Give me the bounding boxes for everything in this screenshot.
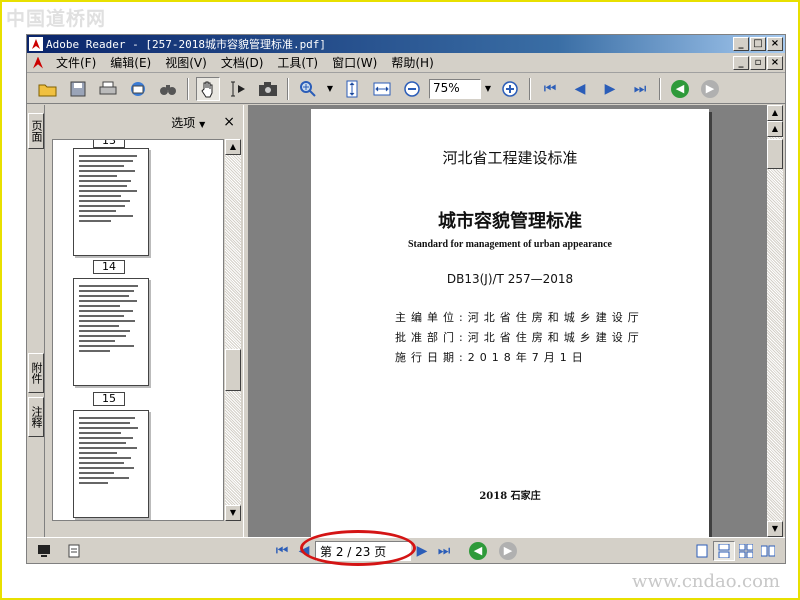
continuous-facing-layout-icon[interactable] <box>735 541 757 561</box>
watermark-logo-top: 中国道桥网 <box>6 8 107 30</box>
doc-scroll-down-icon[interactable]: ▼ <box>767 521 783 537</box>
navigation-tabs: 页面 附件 注释 <box>27 105 45 537</box>
scroll-down-icon[interactable]: ▼ <box>225 505 241 521</box>
chief-editor-row: 主编单位:河北省住房和城乡建设厅 <box>395 311 644 324</box>
document-title: 城市容貌管理标准 <box>438 211 582 232</box>
document-subtitle-en: Standard for management of urban appeara… <box>408 239 612 250</box>
previous-page-icon[interactable]: ◀ <box>568 77 592 101</box>
go-forward-icon[interactable]: ▶ <box>698 77 722 101</box>
menu-bar: 文件(F) 编辑(E) 视图(V) 文档(D) 工具(T) 窗口(W) 帮助(H… <box>27 53 785 73</box>
last-page-icon[interactable]: ⏭ <box>628 77 652 101</box>
search-binoculars-icon[interactable] <box>156 77 180 101</box>
pdf-page: 河北省工程建设标准 城市容貌管理标准 Standard for manageme… <box>311 109 709 537</box>
facing-layout-icon[interactable] <box>757 541 779 561</box>
thumbnail-scroll-thumb[interactable] <box>225 349 241 391</box>
doc-restore-button[interactable]: ▫ <box>750 55 766 70</box>
close-button[interactable]: × <box>767 37 783 51</box>
zoom-out-icon[interactable] <box>400 77 424 101</box>
menu-window[interactable]: 窗口(W) <box>325 54 384 71</box>
document-footer: 2018 石家庄 <box>479 491 541 502</box>
pages-panel: 选项 ▼ × 13 14 15 ▲ ▼ <box>46 105 243 537</box>
close-panel-button[interactable]: × <box>223 114 235 130</box>
doc-scroll-up-icon[interactable]: ▲ <box>767 105 783 121</box>
menu-file[interactable]: 文件(F) <box>49 54 103 71</box>
open-folder-icon[interactable] <box>36 77 60 101</box>
print-icon[interactable] <box>96 77 120 101</box>
menu-help[interactable]: 帮助(H) <box>384 54 440 71</box>
save-icon[interactable] <box>66 77 90 101</box>
page-thumbnail-16[interactable] <box>73 410 149 518</box>
minimize-button[interactable]: _ <box>733 37 749 51</box>
page-thumbnail-15[interactable] <box>73 278 149 386</box>
zoom-in-icon[interactable] <box>498 77 522 101</box>
hand-tool-icon[interactable] <box>196 76 220 101</box>
status-previous-page-icon[interactable]: ◀ <box>293 541 315 561</box>
menu-tools[interactable]: 工具(T) <box>270 54 325 71</box>
select-text-icon[interactable] <box>226 77 250 101</box>
status-first-page-icon[interactable]: ⏮ <box>271 541 293 561</box>
zoom-in-tool-icon[interactable] <box>296 77 320 101</box>
doc-close-button[interactable]: × <box>767 55 783 70</box>
scroll-up-icon[interactable]: ▲ <box>225 139 241 155</box>
status-last-page-icon[interactable]: ⏭ <box>433 541 455 561</box>
doc-minimize-button[interactable]: _ <box>733 55 749 70</box>
menu-document[interactable]: 文档(D) <box>214 54 271 71</box>
next-page-icon[interactable]: ▶ <box>598 77 622 101</box>
document-code: DB13(J)/T 257—2018 <box>446 272 574 286</box>
title-bar: Adobe Reader - [257-2018城市容貌管理标准.pdf] _ … <box>27 35 785 53</box>
adobe-reader-window: Adobe Reader - [257-2018城市容貌管理标准.pdf] _ … <box>26 34 786 564</box>
doc-scroll-thumb[interactable] <box>767 139 783 169</box>
page-thumbnail-14[interactable] <box>73 148 149 256</box>
zoom-level-dropdown-icon[interactable]: ▼ <box>481 79 495 99</box>
pdf-document-icon[interactable] <box>31 56 45 70</box>
tab-comments[interactable]: 注释 <box>28 397 44 437</box>
maximize-button[interactable]: □ <box>750 37 766 51</box>
window-title: Adobe Reader - [257-2018城市容貌管理标准.pdf] <box>46 38 327 51</box>
snapshot-camera-icon[interactable] <box>256 77 280 101</box>
fit-page-icon[interactable] <box>340 77 364 101</box>
approval-department-row: 批准部门:河北省住房和城乡建设厅 <box>395 331 644 344</box>
status-next-page-icon[interactable]: ▶ <box>411 541 433 561</box>
chevron-down-icon: ▼ <box>199 119 206 129</box>
menu-view[interactable]: 视图(V) <box>158 54 214 71</box>
monitor-icon[interactable] <box>33 541 55 561</box>
effective-date-row: 施行日期:2018年7月1日 <box>395 351 588 364</box>
tab-pages[interactable]: 页面 <box>28 113 44 149</box>
status-bar: ⏮ ◀ 第 2 / 23 页 ▶ ⏭ ◀ ▶ <box>27 537 785 563</box>
email-icon[interactable] <box>126 77 150 101</box>
thumbnail-label-14: 14 <box>93 260 125 274</box>
status-go-forward-icon[interactable]: ▶ <box>497 541 519 561</box>
thumbnail-label-15: 15 <box>93 392 125 406</box>
pages-panel-header: 选项 ▼ × <box>46 105 243 139</box>
zoom-level-input[interactable]: 75% <box>429 78 481 99</box>
single-page-layout-icon[interactable] <box>691 541 713 561</box>
menu-edit[interactable]: 编辑(E) <box>103 54 158 71</box>
document-header: 河北省工程建设标准 <box>442 149 578 167</box>
thumbnail-scrollbar[interactable]: ▲ ▼ <box>225 139 241 521</box>
thumbnail-label-13: 13 <box>93 140 125 148</box>
doc-scroll-page-up-icon[interactable]: ▲ <box>767 121 783 137</box>
continuous-layout-icon[interactable] <box>713 540 735 561</box>
go-back-icon[interactable]: ◀ <box>668 77 692 101</box>
adobe-reader-icon <box>29 37 43 51</box>
options-menu-button[interactable]: 选项 ▼ <box>171 114 205 131</box>
tab-attachments[interactable]: 附件 <box>28 353 44 393</box>
page-number-field[interactable]: 第 2 / 23 页 <box>315 540 411 561</box>
document-view[interactable]: 河北省工程建设标准 城市容貌管理标准 Standard for manageme… <box>249 105 767 537</box>
fit-width-icon[interactable] <box>370 77 394 101</box>
zoom-tool-dropdown-icon[interactable]: ▼ <box>323 79 337 99</box>
first-page-icon[interactable]: ⏮ <box>538 77 562 101</box>
main-toolbar: ▼ 75% ▼ ⏮ ◀ ▶ ⏭ ◀ ▶ <box>27 74 785 104</box>
document-scrollbar[interactable]: ▲ ▲ ▼ <box>767 105 783 537</box>
page-icon[interactable] <box>63 541 85 561</box>
thumbnail-list[interactable]: 13 14 15 <box>52 139 224 521</box>
status-go-back-icon[interactable]: ◀ <box>467 541 489 561</box>
watermark-url: www.cndao.com <box>632 571 780 592</box>
